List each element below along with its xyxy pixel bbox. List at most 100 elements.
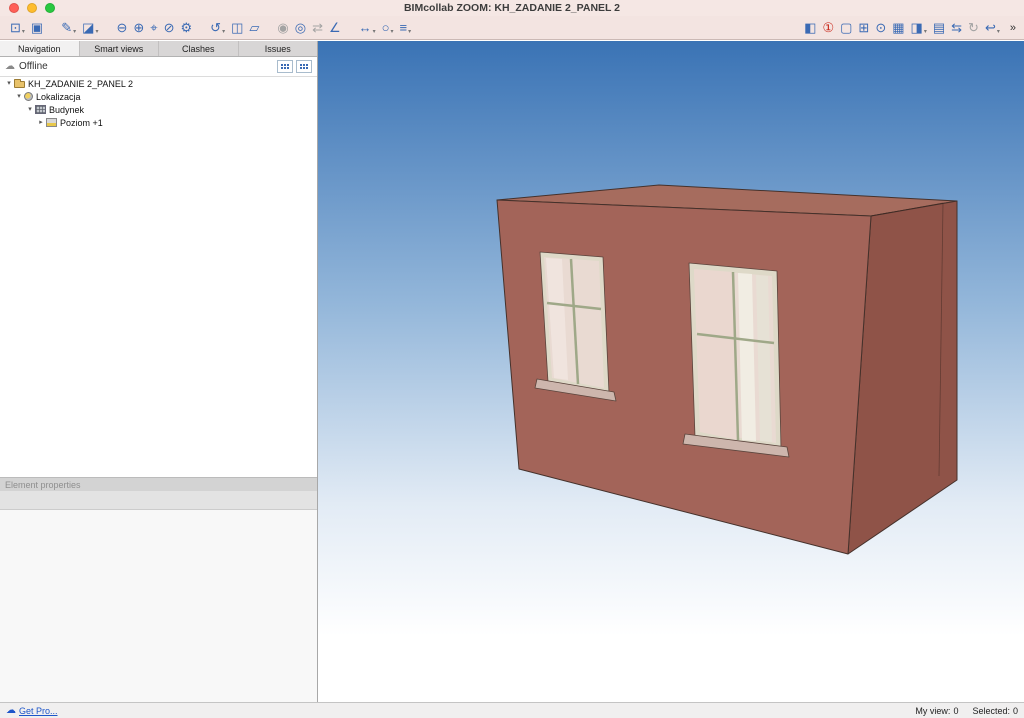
line-style-icon: ≡ (400, 18, 408, 38)
tab-issues[interactable]: Issues (239, 41, 318, 56)
cloud-icon: ☁ (5, 62, 15, 72)
zoom-out-button[interactable]: ⊖ (114, 18, 129, 38)
pan-mode-icon: ⇄ (312, 18, 323, 38)
chevron-down-icon[interactable]: ▾ (14, 93, 24, 100)
copy-viewpoint-button[interactable]: ⊞ (856, 18, 871, 38)
hide-element-icon: ⊘ (164, 18, 175, 38)
save-viewpoint-icon: ▤ (933, 18, 945, 38)
selected-counter: Selected: 0 (972, 706, 1018, 716)
markup-pen-icon: ✎ (61, 18, 72, 38)
folder-icon (14, 81, 25, 88)
status-counters: My view: 0 Selected: 0 (915, 706, 1018, 716)
issue-info-button[interactable]: ① (820, 18, 836, 38)
site-icon (24, 92, 33, 101)
selected-value: 0 (1013, 706, 1018, 716)
get-pro-link[interactable]: ☁ Get Pro... (6, 706, 58, 716)
zoom-in-button[interactable]: ⊕ (131, 18, 146, 38)
reset-view-icon: ↺ (210, 18, 221, 38)
reset-view-button[interactable]: ↺▾ (208, 18, 227, 38)
clash-box-icon: ▢ (840, 18, 852, 38)
chevron-down-icon[interactable]: ▾ (4, 80, 14, 87)
expand-tree-button[interactable] (277, 60, 293, 73)
chevron-down-icon: ▾ (408, 28, 411, 35)
storey-icon (46, 118, 57, 127)
smart-views-button[interactable]: ▦ (890, 18, 906, 38)
paint-selection-button[interactable]: ◧ (802, 18, 818, 38)
refresh-button: ↻ (966, 18, 981, 38)
tree-item-project[interactable]: ▾ KH_ZADANIE 2_PANEL 2 (0, 77, 317, 90)
toolbar-group-markup: ✎▾◪▾ (59, 18, 100, 38)
cloud-icon: ☁ (6, 706, 16, 716)
dimension-icon: ↔ (359, 18, 372, 38)
window-interior-wall (694, 269, 738, 440)
model-viewport[interactable] (318, 41, 1024, 702)
tree-view-toggles (277, 60, 312, 73)
toolbar-group-right-tools: ◧①▢⊞⊙▦◨▾▤⇆↻↩▾ (802, 18, 1002, 38)
perspective-icon: ▱ (249, 18, 259, 38)
zoom-extents-button[interactable]: ⌖ (148, 18, 159, 38)
pan-mode-button: ⇄ (310, 18, 325, 38)
orbit-mode-icon: ◎ (295, 18, 306, 38)
connection-status-row: ☁ Offline (0, 57, 317, 77)
close-window-button[interactable] (9, 3, 19, 13)
tree-item-storey[interactable]: ▸ Poziom +1 (0, 116, 317, 129)
view-cube-icon: ◫ (231, 18, 243, 38)
export-button[interactable]: ⊡▾ (8, 18, 27, 38)
window-title: BIMcollab ZOOM: KH_ZADANIE 2_PANEL 2 (404, 2, 620, 14)
tab-clashes[interactable]: Clashes (159, 41, 239, 56)
zoom-window-button[interactable] (45, 3, 55, 13)
sync-viewpoints-button[interactable]: ⇆ (949, 18, 964, 38)
zoom-out-icon: ⊖ (116, 18, 127, 38)
tab-navigation[interactable]: Navigation (0, 41, 80, 56)
orbit-mode-button[interactable]: ◎ (293, 18, 308, 38)
find-in-model-button[interactable]: ⊙ (873, 18, 888, 38)
collapse-tree-button[interactable] (296, 60, 312, 73)
save-viewpoint-button[interactable]: ▤ (931, 18, 947, 38)
minimize-window-button[interactable] (27, 3, 37, 13)
toolbar-group-navigate: ◉◎⇄∠ (275, 18, 342, 38)
traffic-lights (9, 3, 55, 13)
tree-item-label: KH_ZADANIE 2_PANEL 2 (28, 79, 133, 89)
paint-selection-icon: ◧ (804, 18, 816, 38)
area-button[interactable]: ○▾ (380, 18, 396, 38)
toolbar-overflow-button[interactable]: » (1010, 22, 1016, 34)
new-viewpoint-button[interactable]: ◨▾ (909, 18, 929, 38)
previous-view-button[interactable]: ↩▾ (983, 18, 1002, 38)
markup-pen-button[interactable]: ✎▾ (59, 18, 78, 38)
sync-viewpoints-icon: ⇆ (951, 18, 962, 38)
dimension-button[interactable]: ↔▾ (357, 18, 378, 38)
chevron-right-icon[interactable]: ▸ (36, 119, 46, 126)
chevron-down-icon: ▾ (73, 28, 76, 35)
zoom-extents-icon: ⌖ (150, 18, 157, 38)
tree-item-label: Budynek (49, 105, 84, 115)
measure-button[interactable]: ∠ (327, 18, 343, 38)
chevron-down-icon: ▾ (373, 28, 376, 35)
view-settings-button[interactable]: ⚙ (179, 18, 195, 38)
smart-views-icon: ▦ (892, 18, 904, 38)
previous-view-icon: ↩ (985, 18, 996, 38)
tree-item-building[interactable]: ▾ Budynek (0, 103, 317, 116)
refresh-icon: ↻ (968, 18, 979, 38)
my-view-value: 0 (953, 706, 958, 716)
chevron-down-icon[interactable]: ▾ (25, 106, 35, 113)
save-button[interactable]: ▣ (29, 18, 45, 38)
clash-box-button[interactable]: ▢ (838, 18, 854, 38)
tree-item-label: Lokalizacja (36, 92, 81, 102)
my-view-counter: My view: 0 (915, 706, 958, 716)
toolbar-groups: ⊡▾▣✎▾◪▾⊖⊕⌖⊘⚙↺▾◫▱◉◎⇄∠↔▾○▾≡▾◧①▢⊞⊙▦◨▾▤⇆↻↩▾ (8, 18, 1002, 38)
hide-element-button[interactable]: ⊘ (162, 18, 177, 38)
connection-status-label: Offline (19, 61, 48, 72)
section-plane-button[interactable]: ◪▾ (80, 18, 100, 38)
tree-item-site[interactable]: ▾ Lokalizacja (0, 90, 317, 103)
view-cube-button[interactable]: ◫ (229, 18, 245, 38)
my-view-label: My view: (915, 706, 950, 716)
window-right[interactable] (683, 263, 789, 457)
toolbar-group-zoom: ⊖⊕⌖ ⊘⚙ (114, 18, 194, 38)
perspective-button[interactable]: ▱ (247, 18, 261, 38)
save-icon: ▣ (31, 18, 43, 38)
chevron-down-icon: ▾ (997, 28, 1000, 35)
tab-smart-views[interactable]: Smart views (80, 41, 160, 56)
line-style-button[interactable]: ≡▾ (398, 18, 414, 38)
copy-viewpoint-icon: ⊞ (858, 18, 869, 38)
title-bar: BIMcollab ZOOM: KH_ZADANIE 2_PANEL 2 (0, 0, 1024, 16)
